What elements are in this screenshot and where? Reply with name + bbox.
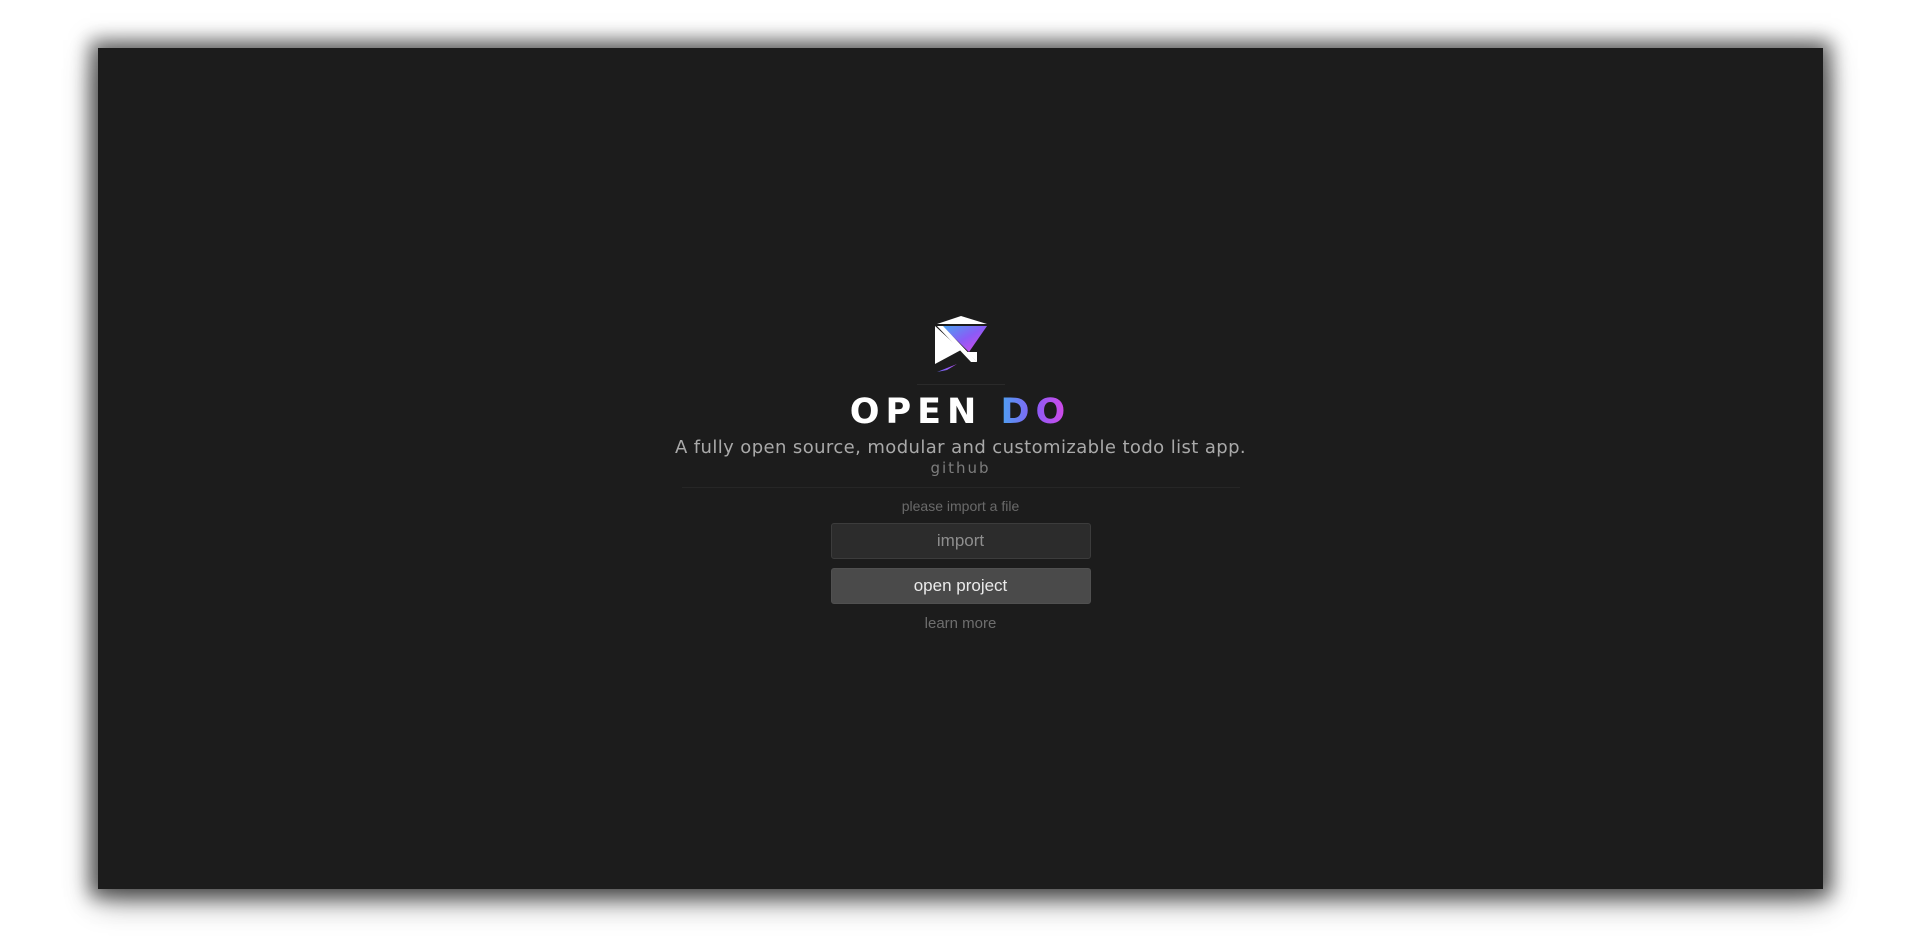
app-tagline: A fully open source, modular and customi… [674, 437, 1247, 458]
logo-divider [916, 384, 1005, 385]
import-hint: please import a file [901, 498, 1020, 514]
app-title-accent: DO [1000, 392, 1072, 432]
app-title: OPEN DO [850, 391, 1072, 433]
app-title-main: OPEN [849, 392, 1001, 432]
import-button-label: import [936, 531, 985, 550]
open-project-button-label: open project [913, 576, 1008, 595]
open-do-logo-icon [934, 316, 987, 372]
learn-more-link[interactable]: learn more [925, 615, 997, 632]
open-project-button[interactable]: open project [830, 568, 1091, 604]
github-link[interactable]: github [930, 459, 990, 477]
app-window: OPEN DO A fully open source, modular and… [98, 48, 1823, 889]
import-button[interactable]: import [830, 523, 1091, 559]
section-divider [681, 487, 1240, 488]
welcome-panel: OPEN DO A fully open source, modular and… [98, 316, 1823, 632]
